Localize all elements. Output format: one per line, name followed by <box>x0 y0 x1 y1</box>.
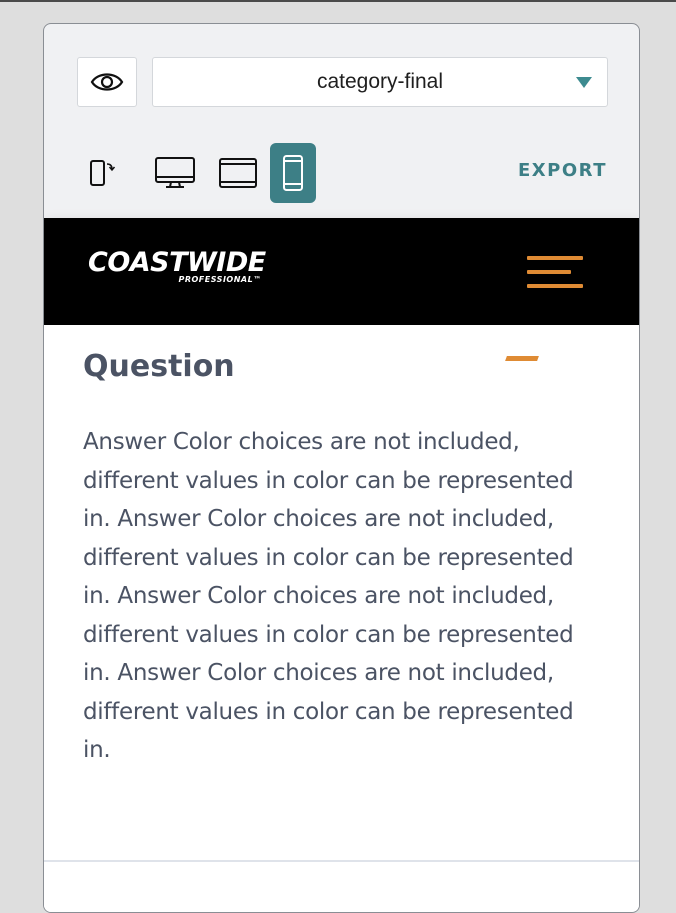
mobile-icon <box>283 155 303 191</box>
section-divider <box>44 860 639 862</box>
tablet-icon <box>219 158 257 188</box>
template-select-value: category-final <box>316 70 444 93</box>
faq-section: Question Answer Color choices are not in… <box>44 325 639 912</box>
desktop-view-button[interactable] <box>152 143 198 203</box>
rotate-device-button[interactable] <box>80 143 126 203</box>
logo-text: COASTWIDE <box>88 247 266 278</box>
export-button[interactable]: EXPORT <box>518 160 607 181</box>
preview-panel: category-final EXPORT COASTWIDE PROFESSI… <box>43 23 640 913</box>
desktop-icon <box>155 157 195 188</box>
preview-toggle-button[interactable] <box>77 57 137 107</box>
eye-icon <box>90 73 124 91</box>
tablet-view-button[interactable] <box>215 143 261 203</box>
window-top-border <box>0 0 676 2</box>
faq-answer: Answer Color choices are not included, d… <box>83 429 574 763</box>
accent-dash <box>505 356 539 361</box>
faq-question: Question <box>83 349 235 384</box>
hamburger-line-bottom <box>527 284 583 288</box>
chevron-down-icon <box>576 77 592 88</box>
rotate-phone-icon <box>90 160 116 186</box>
coastwide-logo[interactable]: COASTWIDE PROFESSIONAL™ <box>88 247 266 285</box>
hamburger-line-middle <box>527 270 571 274</box>
template-select[interactable]: category-final <box>152 57 608 107</box>
mobile-view-button[interactable] <box>270 143 316 203</box>
hamburger-icon[interactable] <box>527 256 583 290</box>
site-header: COASTWIDE PROFESSIONAL™ <box>44 218 639 325</box>
hamburger-line-top <box>527 256 583 260</box>
